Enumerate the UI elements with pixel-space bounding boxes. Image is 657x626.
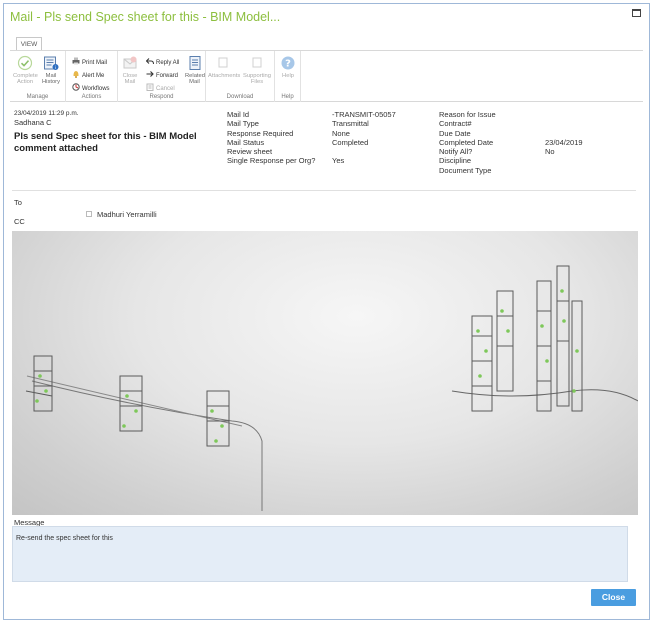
value-reason-for-issue bbox=[545, 110, 583, 119]
svg-text:?: ? bbox=[285, 59, 291, 70]
group-label-help: Help bbox=[281, 94, 294, 100]
value-discipline bbox=[545, 156, 583, 165]
group-manage: Complete Action i Mail History Manage bbox=[10, 51, 66, 102]
related-mail-icon bbox=[189, 56, 200, 70]
mail-date: 23/04/2019 11:29 p.m. bbox=[14, 110, 79, 117]
help-button[interactable]: ? Help bbox=[278, 55, 298, 79]
label-discipline: Discipline bbox=[439, 156, 472, 166]
ribbon-toolbar: Complete Action i Mail History Manage Pr… bbox=[10, 50, 643, 102]
help-icon: ? bbox=[281, 56, 295, 70]
cc-label: CC bbox=[14, 217, 25, 226]
header-divider bbox=[12, 190, 636, 191]
label-mail-type: Mail Type bbox=[227, 119, 259, 129]
details-labels-1: Mail Id Mail Type Response Required Mail… bbox=[227, 110, 315, 166]
label-single-response: Single Response per Org? bbox=[227, 156, 316, 166]
group-label-actions: Actions bbox=[81, 94, 102, 100]
group-label-respond: Respond bbox=[149, 94, 174, 100]
maximize-icon[interactable] bbox=[632, 9, 641, 17]
recipient-name: Madhuri Yerramilli bbox=[97, 210, 157, 219]
workflow-icon bbox=[72, 83, 80, 91]
to-label: To bbox=[14, 198, 22, 207]
group-actions: Print Mail Alert Me Workflows Actions bbox=[66, 51, 118, 102]
bim-model-image bbox=[12, 231, 638, 515]
value-due-date bbox=[545, 129, 583, 138]
recipient-to[interactable]: Madhuri Yerramilli bbox=[86, 210, 157, 219]
tab-view[interactable]: VIEW bbox=[16, 37, 42, 51]
forward-button[interactable]: Forward bbox=[146, 70, 178, 80]
window-title: Mail - Pls send Spec sheet for this - BI… bbox=[10, 10, 281, 24]
mail-history-button[interactable]: i Mail History bbox=[40, 55, 62, 85]
label-contract: Contract# bbox=[439, 119, 472, 129]
value-mail-status: Completed bbox=[332, 137, 369, 147]
bim-model-render bbox=[25, 265, 638, 511]
label-document-type: Document Type bbox=[439, 165, 492, 175]
close-button[interactable]: Close bbox=[591, 589, 636, 606]
forward-arrow-icon bbox=[146, 71, 154, 77]
alert-me-button[interactable]: Alert Me bbox=[72, 70, 104, 80]
label-notify-all: Notify All? bbox=[439, 147, 473, 157]
group-label-download: Download bbox=[226, 94, 254, 100]
label-mail-status: Mail Status bbox=[227, 137, 265, 147]
label-completed-date: Completed Date bbox=[439, 137, 494, 147]
mail-subject: Pls send Spec sheet for this - BIM Model… bbox=[14, 131, 197, 154]
supporting-files-icon bbox=[252, 57, 262, 68]
value-mail-type: Transmittal bbox=[332, 119, 369, 129]
details-values-2: 23/04/2019 No bbox=[545, 110, 583, 175]
related-mail-button[interactable]: Related Mail bbox=[185, 55, 205, 85]
cancel-icon bbox=[146, 83, 154, 91]
complete-action-button[interactable]: Complete Action bbox=[13, 55, 38, 85]
details-labels-2: Reason for Issue Contract# Due Date Comp… bbox=[439, 110, 496, 175]
value-notify-all: No bbox=[545, 147, 555, 157]
label-response-required: Response Required bbox=[227, 128, 294, 138]
supporting-files-button[interactable]: Supporting Files bbox=[241, 55, 273, 85]
group-respond: Close Mail Reply All Forward Cancel Rela… bbox=[118, 51, 206, 102]
label-mail-id: Mail Id bbox=[227, 110, 250, 119]
value-mail-id: -TRANSMIT-05057 bbox=[332, 110, 396, 119]
recipient-checkbox[interactable] bbox=[86, 211, 92, 217]
svg-text:i: i bbox=[55, 65, 56, 71]
attachments-button[interactable]: Attachments bbox=[208, 55, 240, 79]
message-body: Re-send the spec sheet for this bbox=[12, 526, 628, 582]
value-review-sheet bbox=[332, 147, 396, 156]
label-due-date: Due Date bbox=[439, 128, 471, 138]
label-review-sheet: Review sheet bbox=[227, 147, 273, 157]
printer-icon bbox=[72, 57, 80, 65]
workflows-button[interactable]: Workflows bbox=[72, 83, 110, 93]
value-response-required: None bbox=[332, 128, 350, 138]
cancel-button[interactable]: Cancel bbox=[146, 83, 175, 93]
group-download: Attachments Supporting Files Download bbox=[206, 51, 275, 102]
details-values-1: -TRANSMIT-05057 Transmittal None Complet… bbox=[332, 110, 396, 166]
mail-window: Mail - Pls send Spec sheet for this - BI… bbox=[3, 3, 650, 620]
mail-sender: Sadhana C bbox=[14, 118, 52, 127]
value-single-response: Yes bbox=[332, 156, 345, 166]
close-mail-button[interactable]: Close Mail bbox=[120, 55, 140, 85]
group-help: ? Help Help bbox=[275, 51, 301, 102]
reply-all-icon bbox=[146, 58, 154, 65]
value-contract bbox=[545, 119, 583, 128]
value-document-type bbox=[545, 166, 583, 175]
label-reason-for-issue: Reason for Issue bbox=[439, 110, 496, 119]
close-mail-icon bbox=[123, 56, 137, 69]
check-icon bbox=[17, 55, 33, 71]
print-mail-button[interactable]: Print Mail bbox=[72, 57, 107, 67]
title-bar: Mail - Pls send Spec sheet for this - BI… bbox=[4, 4, 649, 30]
reply-all-button[interactable]: Reply All bbox=[146, 57, 179, 67]
bell-icon bbox=[73, 71, 79, 78]
mail-history-icon: i bbox=[44, 56, 59, 71]
attachment-icon bbox=[218, 57, 228, 68]
group-label-manage: Manage bbox=[26, 94, 49, 100]
value-completed-date: 23/04/2019 bbox=[545, 137, 583, 147]
